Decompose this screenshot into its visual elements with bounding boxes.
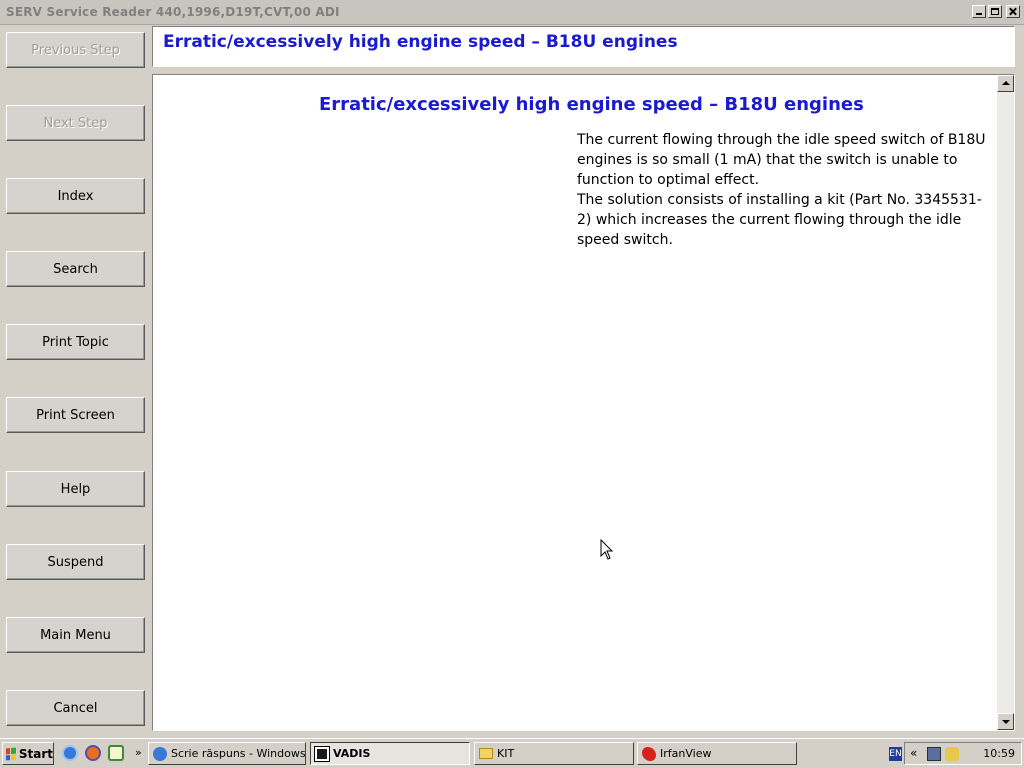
task-label: IrfanView bbox=[660, 747, 712, 760]
window-controls bbox=[972, 5, 1020, 18]
windows-logo-icon bbox=[6, 747, 16, 760]
minimize-button[interactable] bbox=[972, 5, 986, 18]
quicklaunch-more-icon[interactable]: » bbox=[135, 746, 142, 759]
main-menu-button[interactable]: Main Menu bbox=[6, 617, 145, 653]
folder-icon bbox=[479, 748, 493, 759]
taskbar: Start » Scrie răspuns - Windows ... VADI… bbox=[0, 738, 1024, 768]
vadis-icon bbox=[314, 745, 330, 762]
maximize-button[interactable] bbox=[988, 5, 1002, 18]
index-button[interactable]: Index bbox=[6, 178, 145, 214]
clock-quicklaunch-icon[interactable] bbox=[108, 745, 124, 761]
content-paragraph-1: The current flowing through the idle spe… bbox=[577, 132, 986, 188]
task-label: KIT bbox=[497, 747, 515, 760]
task-label: VADIS bbox=[333, 747, 371, 760]
firefox-quicklaunch-icon[interactable] bbox=[85, 745, 101, 761]
task-irfanview[interactable]: IrfanView bbox=[637, 742, 797, 765]
system-tray: EN « 10:59 bbox=[889, 742, 1022, 765]
task-kit-folder[interactable]: KIT bbox=[474, 742, 634, 765]
ie-quicklaunch-icon[interactable] bbox=[62, 745, 78, 761]
print-screen-button[interactable]: Print Screen bbox=[6, 397, 145, 433]
scroll-down-button[interactable] bbox=[997, 713, 1014, 730]
search-button[interactable]: Search bbox=[6, 251, 145, 287]
mouse-cursor-icon bbox=[600, 539, 614, 560]
tray-expand-icon[interactable]: « bbox=[910, 746, 917, 760]
network-tray-icon[interactable] bbox=[927, 747, 941, 761]
title-bar[interactable]: SERV Service Reader 440,1996,D19T,CVT,00… bbox=[0, 0, 1024, 25]
cancel-button[interactable]: Cancel bbox=[6, 690, 145, 726]
irfanview-icon bbox=[642, 746, 656, 761]
task-vadis[interactable]: VADIS bbox=[310, 742, 470, 765]
task-windows-ie[interactable]: Scrie răspuns - Windows ... bbox=[148, 742, 306, 765]
vertical-scrollbar[interactable] bbox=[997, 75, 1014, 730]
content-paragraph-2: The solution consists of installing a ki… bbox=[577, 192, 982, 248]
task-label: Scrie răspuns - Windows ... bbox=[171, 747, 306, 760]
content-pane[interactable]: Erratic/excessively high engine speed – … bbox=[152, 74, 1015, 731]
start-label: Start bbox=[18, 746, 53, 761]
window-title: SERV Service Reader 440,1996,D19T,CVT,00… bbox=[6, 5, 340, 19]
print-topic-button[interactable]: Print Topic bbox=[6, 324, 145, 360]
header-pane: Erratic/excessively high engine speed – … bbox=[152, 26, 1015, 67]
next-step-button[interactable]: Next Step bbox=[6, 105, 145, 141]
header-title: Erratic/excessively high engine speed – … bbox=[163, 32, 678, 52]
start-button[interactable]: Start bbox=[2, 742, 54, 765]
clock: 10:59 bbox=[983, 747, 1015, 760]
content-title: Erratic/excessively high engine speed – … bbox=[319, 94, 864, 115]
sidebar: Previous Step Next Step Index Search Pri… bbox=[0, 24, 152, 732]
content-body: The current flowing through the idle spe… bbox=[577, 130, 995, 250]
scroll-up-button[interactable] bbox=[997, 75, 1014, 92]
speaker-tray-icon[interactable] bbox=[945, 747, 959, 761]
language-indicator[interactable]: EN bbox=[889, 747, 902, 761]
ie-icon bbox=[153, 746, 167, 761]
previous-step-button[interactable]: Previous Step bbox=[6, 32, 145, 68]
suspend-button[interactable]: Suspend bbox=[6, 544, 145, 580]
help-button[interactable]: Help bbox=[6, 471, 145, 507]
close-button[interactable] bbox=[1006, 5, 1020, 18]
